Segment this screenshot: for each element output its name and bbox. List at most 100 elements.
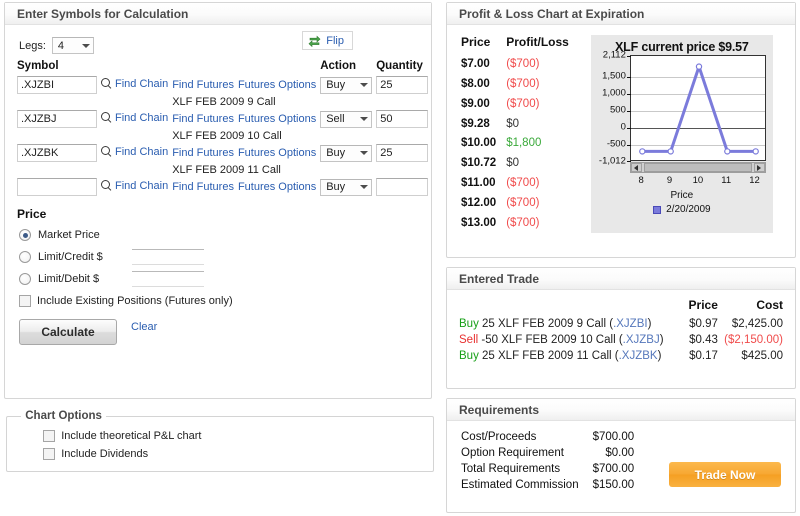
scroll-right-arrow-icon[interactable] [753,163,765,172]
legs-select[interactable]: 4 [51,37,94,54]
requirements-table: Cost/Proceeds $700.00 Option Requirement $0… [461,429,634,493]
pl-value: ($700) [506,57,540,70]
trade-symbol-link[interactable]: .XJZBI [613,318,648,330]
chart-scrollbar[interactable] [629,162,766,173]
pl-price: $9.00 [461,97,490,110]
find-chain-link[interactable]: Find Chain [101,146,168,158]
market-price-radio[interactable] [19,229,31,241]
quantity-input[interactable] [376,144,429,162]
clear-link[interactable]: Clear [131,321,157,333]
leg-action-cell: Buy [318,143,374,163]
pl-value: ($700) [506,217,540,229]
trade-cost: $2,425.00 [731,318,783,330]
limit-debit-row[interactable]: Limit/Debit $ [19,271,421,287]
leg-futuresoptions-cell: Futures Options [236,177,318,197]
quantity-input[interactable] [376,178,429,196]
profit-loss-content: Price Profit/Loss $7.00 ($700) $8.00 ($700)… [449,31,789,233]
requirement-label: Option Requirement [461,447,564,459]
leg-description: XLF FEB 2009 10 Call [172,130,282,142]
requirement-row: Option Requirement $0.00 [461,445,634,461]
requirements-table-body: Cost/Proceeds $700.00 Option Requirement $0… [461,429,634,493]
include-existing-positions-checkbox[interactable] [19,295,31,307]
pl-row: $12.00 ($700) [461,193,579,213]
y-tick-label: -500 [606,138,626,150]
find-futures-link[interactable]: Find Futures [172,147,234,159]
trade-action: Buy [459,318,479,330]
find-futures-link[interactable]: Find Futures [172,79,234,91]
leg-row: Find Chain Find Futures Futures Options … [15,177,430,197]
find-chain-link[interactable]: Find Chain [101,180,168,192]
y-tick-label: -1,012 [598,155,626,167]
trade-description: Buy 25 XLF FEB 2009 11 Call (.XJZBK) [459,348,685,364]
find-futures-link[interactable]: Find Futures [172,113,234,125]
search-icon [101,78,112,89]
quantity-input[interactable] [376,76,429,94]
trade-price: $0.17 [689,350,718,362]
pl-value: ($700) [506,77,540,90]
trade-table-body: Buy 25 XLF FEB 2009 9 Call (.XJZBI) $0.97… [459,316,783,364]
include-theoretical-row[interactable]: Include theoretical P&L chart [43,428,425,444]
legs-row: Legs: 4 [19,37,421,54]
x-tick-label: 12 [749,175,760,186]
find-futures-link[interactable]: Find Futures [172,181,234,193]
action-select[interactable]: Buy [320,144,373,162]
quantity-input[interactable] [376,110,429,128]
leg-findfutures-cell: Find Futures [170,109,236,129]
leg-action-cell: Buy [318,75,374,95]
futures-options-link[interactable]: Futures Options [238,113,316,125]
trade-now-button[interactable]: Trade Now [669,462,781,487]
leg-row: Find Chain Find Futures Futures Options … [15,143,430,163]
x-tick-label: 10 [692,175,704,186]
leg-description-row: XLF FEB 2009 10 Call [15,129,430,143]
market-price-row[interactable]: Market Price [19,227,421,243]
trade-column-price: Price [688,298,718,312]
action-select-value: Buy [326,79,346,91]
leg-quantity-cell [374,177,430,197]
symbol-input[interactable] [17,178,97,196]
pl-row: $8.00 ($700) [461,74,579,94]
scroll-left-arrow-icon[interactable] [630,163,642,172]
chevron-down-icon [360,185,369,189]
include-dividends-checkbox[interactable] [43,447,56,460]
limit-credit-input[interactable] [132,249,204,265]
trade-symbol-link[interactable]: .XJZBJ [623,334,660,346]
action-select[interactable]: Buy [320,178,373,196]
include-existing-positions-row[interactable]: Include Existing Positions (Futures only… [19,293,421,309]
action-select[interactable]: Buy [320,76,373,94]
limit-debit-radio[interactable] [19,273,31,285]
enter-symbols-panel: Enter Symbols for Calculation Legs: 4 Sy… [4,2,432,399]
futures-options-link[interactable]: Futures Options [238,147,316,159]
pl-value: ($700) [506,97,540,110]
chevron-down-icon [360,83,369,87]
limit-credit-row[interactable]: Limit/Credit $ [19,249,421,265]
find-chain-link[interactable]: Find Chain [101,78,168,90]
include-dividends-row[interactable]: Include Dividends [43,446,425,462]
price-section-title: Price [17,207,47,221]
pl-price: $8.00 [461,77,490,90]
futures-options-link[interactable]: Futures Options [238,79,316,91]
flip-button[interactable]: Flip [302,31,353,50]
profit-loss-panel: Profit & Loss Chart at Expiration Price … [446,2,796,258]
scrollbar-thumb[interactable] [643,163,752,172]
leg-symbol-cell [15,75,99,95]
pl-row: $10.72 $0 [461,153,579,173]
calculate-button[interactable]: Calculate [19,319,117,345]
pl-price: $11.00 [461,177,496,190]
y-tick-label: 2,112 [602,49,626,61]
action-select[interactable]: Sell [320,110,373,128]
include-theoretical-checkbox[interactable] [43,429,56,442]
leg-action-cell: Buy [318,177,374,197]
futures-options-link[interactable]: Futures Options [238,181,316,193]
pl-value: $0 [506,117,519,130]
find-chain-link[interactable]: Find Chain [101,112,168,124]
trade-symbol-link[interactable]: .XJZBK [619,350,658,362]
symbol-input[interactable] [17,110,97,128]
limit-credit-radio[interactable] [19,251,31,263]
pl-price: $10.72 [461,157,497,170]
symbol-input[interactable] [17,144,97,162]
symbol-input[interactable] [17,76,97,94]
requirements-panel: Requirements Cost/Proceeds $700.00 Option … [446,398,796,513]
limit-debit-input[interactable] [132,271,204,287]
y-tick-label: 1,500 [602,70,626,82]
pl-chart: XLF current price $9.57 2,112 1,500 1,000 5… [590,35,773,233]
